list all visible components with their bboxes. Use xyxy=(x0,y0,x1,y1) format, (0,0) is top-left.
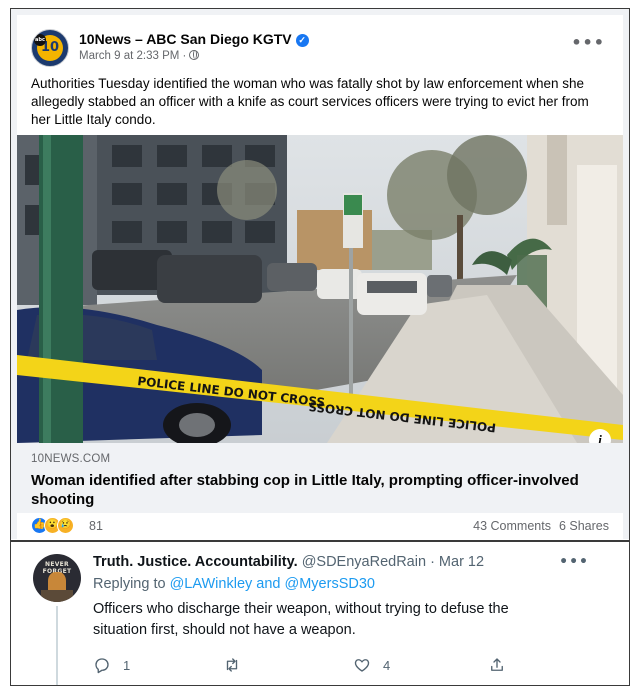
post-date[interactable]: March 9 at 2:33 PM · xyxy=(79,50,186,62)
street-scene-image: POLICE LINE DO NOT CROSS POLICE LINE DO … xyxy=(17,135,623,443)
tweet-text: Officers who discharge their weapon, wit… xyxy=(93,601,509,638)
link-preview[interactable]: 10NEWS.COM Woman identified after stabbi… xyxy=(17,443,623,513)
globe-icon xyxy=(189,50,200,60)
share-icon xyxy=(491,658,503,671)
verified-badge-icon: ✓ xyxy=(295,34,309,47)
tweet-more-button[interactable]: ••• xyxy=(559,554,589,570)
retweet-button[interactable] xyxy=(223,654,241,676)
comments-count[interactable]: 43 Comments xyxy=(473,519,551,533)
post-photo[interactable]: POLICE LINE DO NOT CROSS POLICE LINE DO … xyxy=(17,135,623,443)
link-title[interactable]: Woman identified after stabbing cop in L… xyxy=(31,471,591,509)
tweet-header: Truth. Justice. Accountability. @SDEnyaR… xyxy=(93,554,484,570)
like-button[interactable]: 4 xyxy=(353,654,390,676)
thread-line xyxy=(56,606,58,685)
retweet-icon xyxy=(226,658,238,672)
reply-button[interactable]: 1 xyxy=(93,654,130,676)
post-text: Authorities Tuesday identified the woman… xyxy=(31,76,589,127)
link-domain: 10NEWS.COM xyxy=(31,453,111,465)
more-options-button[interactable]: ••• xyxy=(571,33,605,52)
shares-count[interactable]: 6 Shares xyxy=(559,519,609,533)
sad-reaction-icon: 😢 xyxy=(57,517,74,534)
tweet-date[interactable]: · Mar 12 xyxy=(430,554,484,570)
facebook-post: 10 abc 10News – ABC San Diego KGTV ✓ Marc… xyxy=(11,9,629,539)
like-count: 4 xyxy=(383,657,391,673)
page-name-text[interactable]: 10News – ABC San Diego KGTV xyxy=(79,31,292,47)
tweet: NEVER FORGET Truth. Justice. Accountabil… xyxy=(11,542,629,685)
engagement-bar: 👍 😮 😢 81 43 Comments 6 Shares xyxy=(17,513,623,539)
post-meta: March 9 at 2:33 PM · xyxy=(79,50,200,62)
tweet-avatar[interactable]: NEVER FORGET xyxy=(33,554,81,602)
facebook-card: 10 abc 10News – ABC San Diego KGTV ✓ Marc… xyxy=(17,15,623,539)
screenshot-frame: 10 abc 10News – ABC San Diego KGTV ✓ Marc… xyxy=(10,8,630,686)
post-header: 10 abc 10News – ABC San Diego KGTV ✓ Marc… xyxy=(17,15,623,71)
replying-to: Replying to @LAWinkley and @MyersSD30 xyxy=(93,576,375,592)
abc-logo-icon: abc xyxy=(34,34,46,46)
replying-prefix: Replying to xyxy=(93,576,166,592)
replying-mentions[interactable]: @LAWinkley and @MyersSD30 xyxy=(170,576,375,592)
avatar-base xyxy=(41,590,73,602)
reply-count: 1 xyxy=(123,657,131,673)
reaction-count[interactable]: 81 xyxy=(89,519,103,533)
share-button[interactable] xyxy=(488,654,506,676)
heart-icon xyxy=(354,659,370,672)
tweet-handle[interactable]: @SDEnyaRedRain xyxy=(302,554,426,570)
page-avatar[interactable]: 10 abc xyxy=(31,29,69,67)
comments-shares: 43 Comments 6 Shares xyxy=(473,519,609,533)
tweet-author-name[interactable]: Truth. Justice. Accountability. xyxy=(93,554,298,570)
reply-icon xyxy=(95,658,109,674)
page-name[interactable]: 10News – ABC San Diego KGTV ✓ xyxy=(79,31,309,47)
tweet-actions: 1 4 xyxy=(93,654,533,676)
